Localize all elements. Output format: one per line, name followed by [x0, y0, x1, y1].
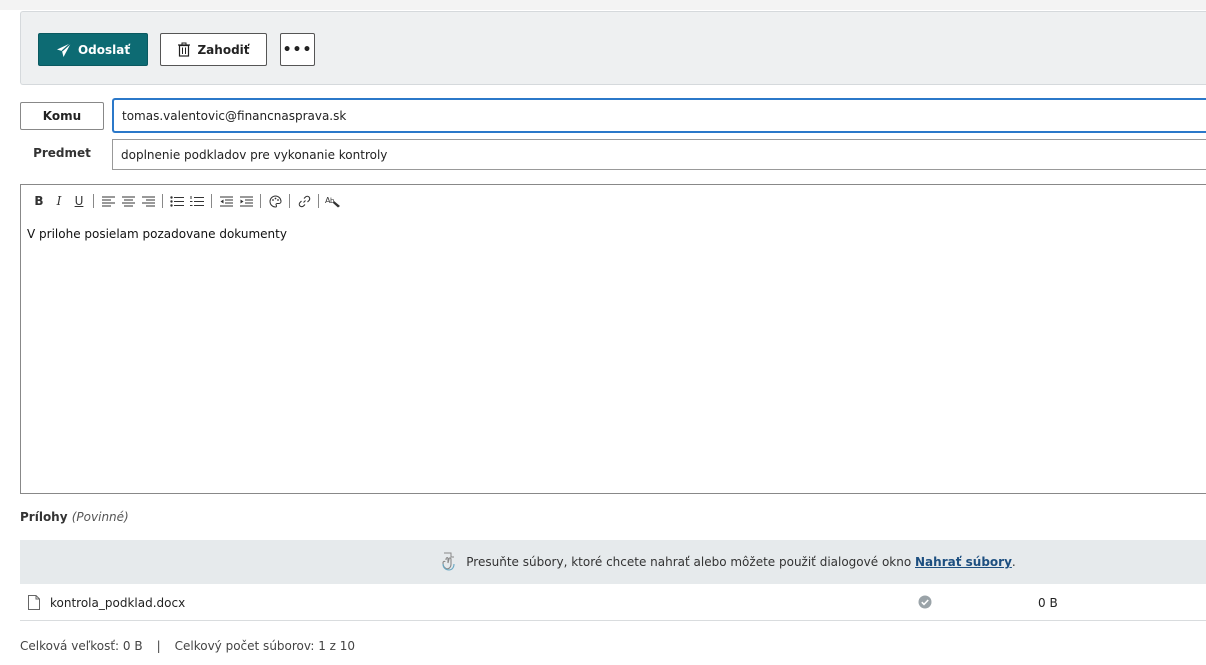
subject-label: Predmet: [33, 146, 91, 160]
indent-icon[interactable]: [236, 192, 256, 210]
send-icon: [56, 42, 72, 58]
drag-file-icon: [440, 551, 458, 574]
attachments-required-note: (Povinné): [71, 510, 129, 524]
attachments-summary: Celková veľkosť: 0 B | Celkový počet súbor…: [20, 639, 355, 653]
align-right-icon[interactable]: [138, 192, 158, 210]
file-row[interactable]: kontrola_podklad.docx 0 B: [20, 585, 1206, 621]
italic-icon[interactable]: I: [49, 192, 69, 210]
send-label: Odoslať: [77, 42, 131, 57]
toolbar-separator: [93, 194, 94, 208]
subject-input[interactable]: doplnenie podkladov pre vykonanie kontro…: [112, 139, 1206, 170]
compose-toolbar: Odoslať Zahodiť •••: [20, 11, 1206, 85]
to-input-value: tomas.valentovic@financnasprava.sk: [122, 108, 347, 123]
bulleted-list-icon[interactable]: [167, 192, 187, 210]
file-name: kontrola_podklad.docx: [50, 596, 186, 610]
top-strip: [0, 0, 1206, 10]
toolbar-separator: [318, 194, 319, 208]
toolbar-separator: [260, 194, 261, 208]
align-left-icon[interactable]: [98, 192, 118, 210]
file-size: 0 B: [1038, 596, 1058, 610]
trash-icon: [177, 42, 191, 57]
toolbar-separator: [211, 194, 212, 208]
align-center-icon[interactable]: [118, 192, 138, 210]
subject-input-value: doplnenie podkladov pre vykonanie kontro…: [121, 147, 388, 162]
to-button[interactable]: Komu: [20, 102, 104, 130]
upload-files-link[interactable]: Nahrať súbory: [915, 555, 1012, 569]
file-icon: [28, 595, 40, 613]
discard-button[interactable]: Zahodiť: [160, 33, 267, 66]
editor-body: V prilohe posielam pozadovane dokumenty: [27, 227, 287, 241]
more-options-button[interactable]: •••: [280, 33, 315, 66]
attachments-title: Prílohy: [20, 510, 68, 524]
total-size: Celková veľkosť: 0 B: [20, 639, 143, 653]
color-palette-icon[interactable]: [265, 192, 285, 210]
spellcheck-icon[interactable]: Ab: [323, 192, 343, 210]
more-label: •••: [282, 41, 313, 58]
toolbar-separator: [289, 194, 290, 208]
link-icon[interactable]: [294, 192, 314, 210]
message-editor[interactable]: B I U A b V prilohe posielam pozadovane …: [20, 184, 1206, 494]
upload-complete-icon: [918, 595, 932, 612]
discard-label: Zahodiť: [197, 42, 250, 57]
to-button-label: Komu: [42, 109, 82, 123]
file-dropzone[interactable]: Presuňte súbory, ktoré chcete nahrať ale…: [20, 540, 1206, 584]
summary-divider: |: [156, 639, 161, 653]
total-count: Celkový počet súborov: 1 z 10: [174, 639, 356, 653]
dropzone-text: Presuňte súbory, ktoré chcete nahrať ale…: [466, 555, 912, 569]
bold-icon[interactable]: B: [29, 192, 49, 210]
send-button[interactable]: Odoslať: [38, 33, 148, 66]
outdent-icon[interactable]: [216, 192, 236, 210]
toolbar-separator: [162, 194, 163, 208]
dropzone-text-end: .: [1011, 555, 1016, 569]
underline-icon[interactable]: U: [69, 192, 89, 210]
numbered-list-icon[interactable]: [187, 192, 207, 210]
editor-toolbar: B I U A b: [29, 192, 343, 210]
attachments-label: Prílohy (Povinné): [20, 510, 129, 524]
to-input[interactable]: tomas.valentovic@financnasprava.sk: [112, 98, 1206, 133]
